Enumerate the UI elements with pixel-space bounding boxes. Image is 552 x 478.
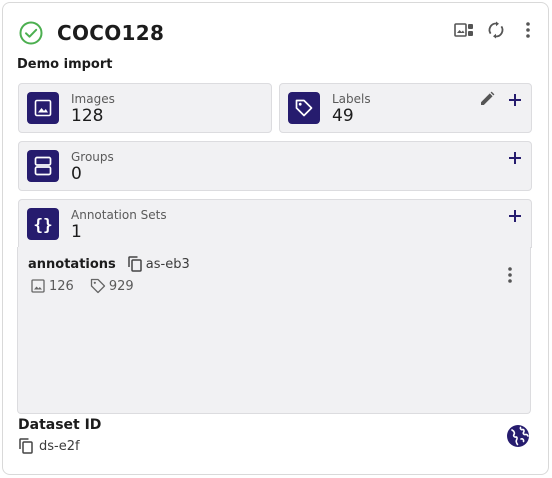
copy-icon[interactable] [128, 256, 142, 272]
images-count: 128 [71, 106, 104, 126]
groups-count: 0 [71, 164, 82, 184]
more-vert-icon[interactable] [518, 20, 538, 40]
dataset-id-label: Dataset ID [18, 417, 102, 433]
image-icon [31, 279, 45, 293]
image-gallery-icon[interactable] [454, 20, 474, 40]
annotation-sets-label: Annotation Sets [71, 208, 167, 222]
groups-tile[interactable]: Groups 0 [18, 141, 532, 191]
tag-icon [90, 278, 106, 294]
add-label-icon[interactable] [505, 90, 525, 110]
annotation-set-stats: 126 929 [31, 278, 134, 294]
labels-tile[interactable]: Labels 49 [279, 83, 532, 133]
header-toolbar [454, 20, 538, 40]
labels-label: Labels [332, 92, 371, 106]
copy-icon[interactable] [19, 438, 33, 454]
annotation-sets-list [17, 247, 531, 414]
annotation-image-count: 126 [49, 278, 74, 294]
title-row: COCO128 [18, 20, 164, 46]
add-annotation-set-icon[interactable] [505, 206, 525, 226]
dataset-id-value: ds-e2f [39, 438, 80, 454]
dataset-description: Demo import [17, 57, 113, 72]
edit-icon[interactable] [477, 89, 497, 109]
annotation-sets-tile[interactable]: {} Annotation Sets 1 [18, 199, 532, 248]
groups-label: Groups [71, 150, 114, 164]
braces-icon: {} [27, 208, 59, 240]
annotation-set-id: as-eb3 [145, 256, 190, 272]
annotation-more-icon[interactable] [500, 265, 520, 285]
dataset-title: COCO128 [57, 21, 165, 45]
annotation-set-row[interactable]: annotations as-eb3 [28, 256, 190, 272]
check-circle-icon [18, 20, 44, 46]
labels-count: 49 [332, 106, 354, 126]
annotation-label-count: 929 [108, 278, 134, 294]
add-group-icon[interactable] [505, 148, 525, 168]
image-icon [27, 92, 59, 124]
sync-icon[interactable] [486, 20, 506, 40]
images-tile[interactable]: Images 128 [18, 83, 272, 133]
images-label: Images [71, 92, 115, 106]
globe-icon[interactable] [506, 424, 530, 448]
tag-icon [288, 92, 320, 124]
dataset-id-row: ds-e2f [19, 438, 80, 454]
annotation-sets-count: 1 [71, 222, 82, 242]
annotation-set-name: annotations [28, 256, 116, 272]
groups-icon [27, 150, 59, 182]
